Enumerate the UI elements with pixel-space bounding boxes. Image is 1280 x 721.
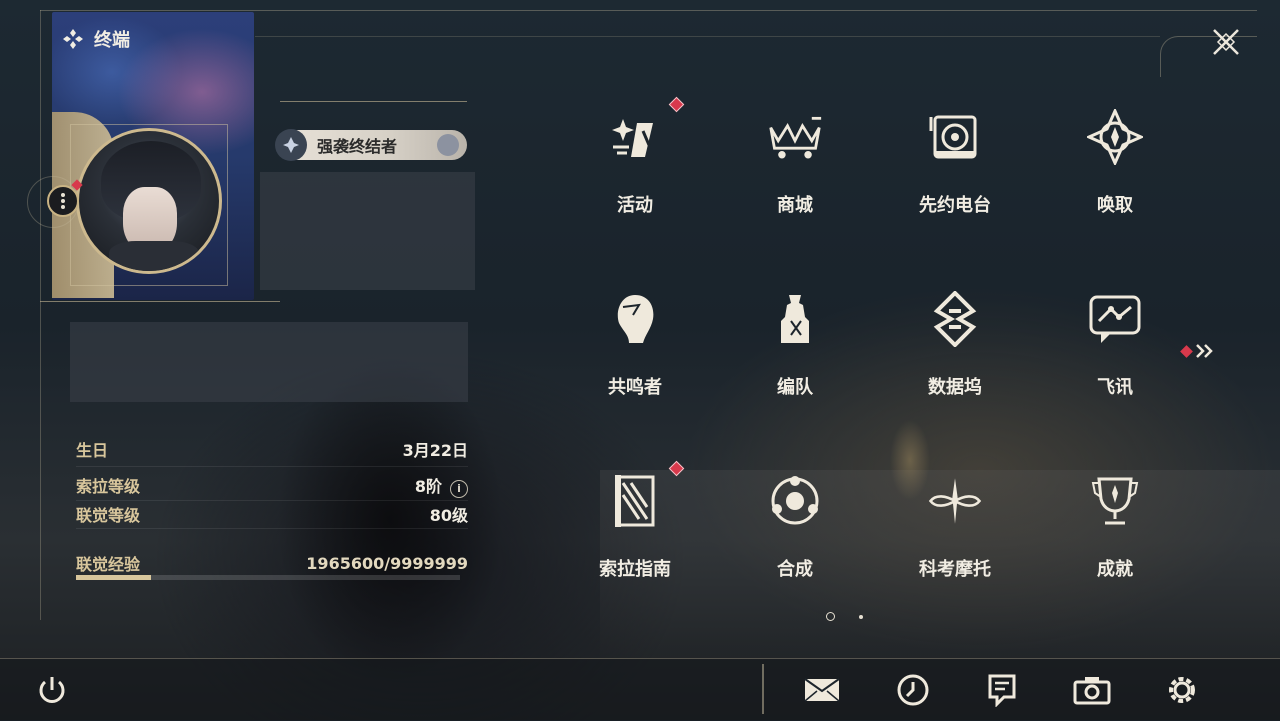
menu-item-label: 共鸣者 (608, 377, 662, 398)
title-badge[interactable]: 强袭终结者 (275, 129, 467, 161)
camera-button[interactable] (1072, 670, 1112, 710)
menu-badge-dot (668, 96, 685, 113)
page-title: 终端 (62, 26, 130, 52)
union-level-label: 联觉等级 (76, 506, 141, 525)
menu-item-label: 数据坞 (928, 377, 982, 398)
clock-icon (897, 674, 929, 706)
sola-level-label: 索拉等级 (76, 477, 141, 497)
bottom-bar-separator (762, 664, 764, 714)
union-exp-row: 联觉经验 1965600/9999999 (76, 551, 468, 575)
row-divider (76, 528, 468, 529)
birthday-value: 3月22日 (402, 441, 468, 460)
menu-item-label: 科考摩托 (919, 559, 991, 580)
menu-item-label: 飞讯 (1097, 377, 1133, 398)
menu-item-guidebook[interactable]: 索拉指南 (560, 459, 710, 609)
menu-item-label: 索拉指南 (599, 559, 671, 580)
menu-item-convene[interactable]: 唤取 (1040, 95, 1190, 245)
sola-level-row: 索拉等级 8阶 i (76, 473, 468, 498)
menu-item-synthesis[interactable]: 合成 (720, 459, 870, 609)
sola-level-value-wrap: 8阶 i (415, 473, 468, 498)
union-level-row: 联觉等级 80级 (76, 502, 468, 526)
divider-card-bottom (40, 301, 280, 302)
menu-badge-dot (668, 460, 685, 477)
title-badge-text: 强袭终结者 (317, 137, 398, 156)
settings-icon (1169, 677, 1195, 703)
menu-item-data-bank[interactable]: 数据坞 (880, 277, 1030, 427)
next-page-button[interactable] (1180, 340, 1222, 362)
redacted-name-area (260, 172, 475, 290)
menu-item-resonator[interactable]: 共鸣者 (560, 277, 710, 427)
menu-item-radio[interactable]: 先约电台 (880, 95, 1030, 245)
menu-item-label: 商城 (777, 195, 813, 216)
more-vertical-icon (61, 193, 65, 209)
mail-icon (804, 678, 840, 702)
avatar[interactable] (76, 128, 222, 274)
page-dot-active[interactable] (826, 612, 835, 621)
avatar-collar (109, 241, 199, 271)
menu-item-motorcycle[interactable]: 科考摩托 (880, 459, 1030, 609)
info-icon[interactable]: i (450, 479, 468, 498)
convene-icon (1087, 109, 1143, 165)
birthday-row: 生日 3月22日 (76, 437, 468, 461)
close-icon (1213, 29, 1239, 55)
menu-item-label: 合成 (777, 559, 813, 580)
more-options-button[interactable] (47, 185, 79, 217)
motorcycle-icon (927, 473, 983, 529)
synthesis-icon (767, 473, 823, 529)
menu-item-label: 编队 (777, 377, 813, 398)
team-icon (767, 291, 823, 347)
radio-icon (927, 109, 983, 165)
history-button[interactable] (893, 670, 933, 710)
union-exp-label: 联觉经验 (76, 555, 141, 574)
notice-icon (988, 674, 1016, 707)
page-title-text: 终端 (94, 30, 130, 51)
row-divider (76, 500, 468, 501)
union-exp-value: 1965600/9999999 (306, 553, 468, 573)
double-chevron-right-icon (1196, 344, 1213, 358)
achievement-icon (1087, 473, 1143, 529)
union-level-value: 80级 (429, 506, 468, 525)
divider-top (280, 101, 467, 102)
union-exp-bar (76, 575, 460, 580)
sola-level-value: 8阶 (414, 477, 442, 496)
menu-item-label: 活动 (617, 195, 653, 216)
guidebook-icon (607, 473, 663, 529)
badge-ornament-icon (437, 134, 459, 156)
frame-divider (255, 36, 1160, 37)
menu-item-chat[interactable]: 飞讯 (1040, 277, 1190, 427)
union-exp-bar-fill (76, 575, 152, 580)
shop-icon (767, 109, 823, 165)
data-bank-icon (927, 291, 983, 347)
power-icon (39, 677, 65, 703)
notice-button[interactable] (982, 670, 1022, 710)
page-dot[interactable] (859, 614, 863, 619)
camera-icon (1073, 677, 1111, 705)
menu-item-label: 唤取 (1097, 195, 1133, 216)
mail-button[interactable] (802, 670, 842, 710)
power-button[interactable] (32, 670, 72, 710)
activity-icon (607, 109, 663, 165)
badge-emblem-icon (275, 129, 307, 161)
resonator-icon (607, 291, 663, 347)
frame-left-line (40, 10, 41, 620)
menu-item-shop[interactable]: 商城 (720, 95, 870, 245)
next-page-badge-dot (1180, 344, 1193, 358)
menu-item-label: 先约电台 (919, 195, 991, 216)
terminal-icon (63, 29, 83, 49)
page-indicator (826, 612, 863, 621)
menu-item-activity[interactable]: 活动 (560, 95, 710, 245)
menu-item-achievement[interactable]: 成就 (1040, 459, 1190, 609)
close-button[interactable] (1208, 24, 1244, 60)
row-divider (76, 466, 468, 467)
menu-item-team[interactable]: 编队 (720, 277, 870, 427)
redacted-signature-area (70, 322, 468, 402)
frame-top-line (40, 10, 1257, 11)
settings-button[interactable] (1162, 670, 1202, 710)
menu-item-label: 成就 (1097, 559, 1133, 580)
chat-icon (1087, 291, 1143, 347)
birthday-label: 生日 (76, 441, 109, 460)
